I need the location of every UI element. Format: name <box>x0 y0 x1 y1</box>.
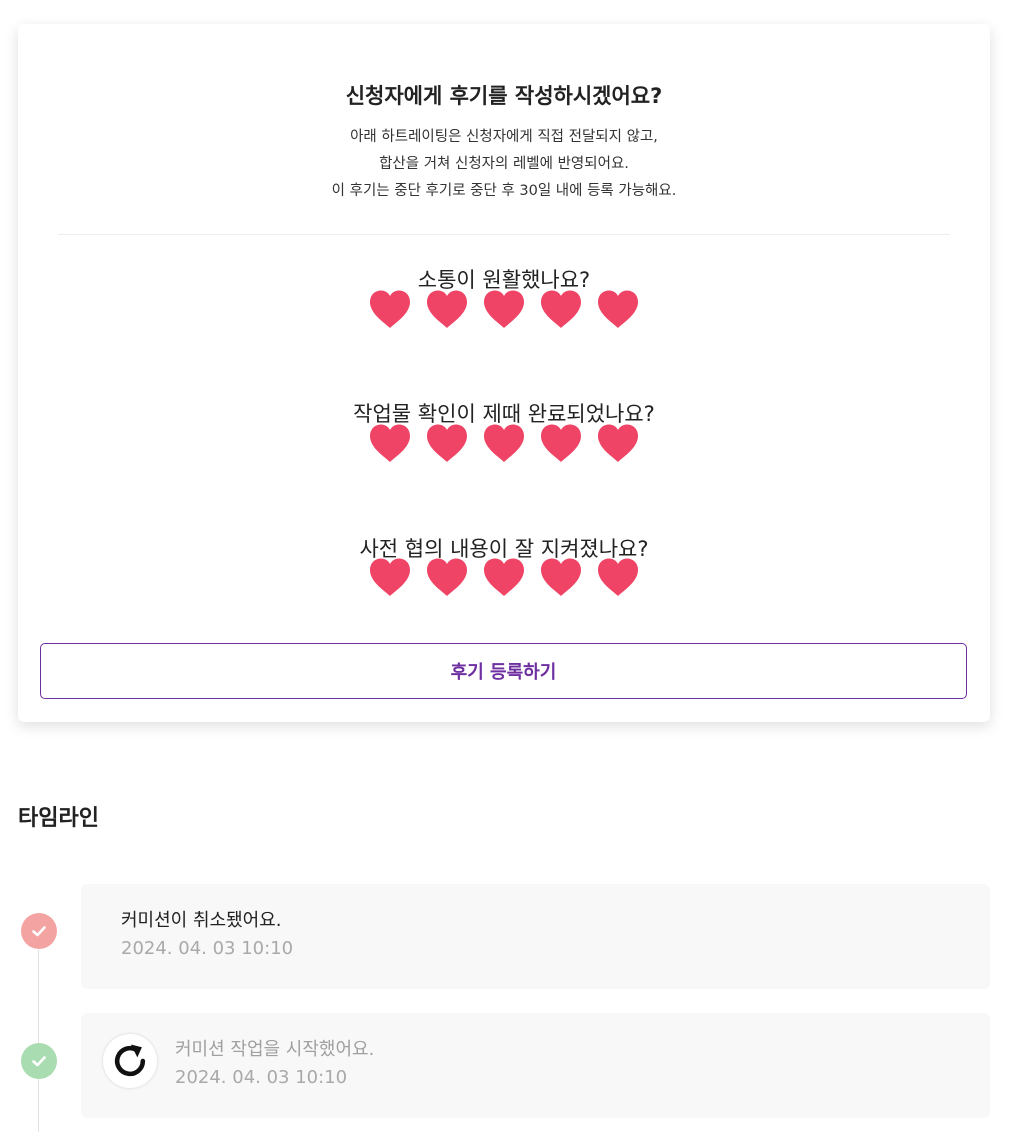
refresh-icon <box>103 1034 157 1088</box>
heart-icon[interactable] <box>424 556 470 598</box>
heart-rating-agreement-kept[interactable] <box>18 556 990 598</box>
heart-icon[interactable] <box>595 556 641 598</box>
timeline-title: 타임라인 <box>18 806 99 831</box>
check-icon <box>32 1056 46 1067</box>
review-description-line: 이 후기는 중단 후기로 중단 후 30일 내에 등록 가능해요. <box>331 183 677 199</box>
heart-icon[interactable] <box>538 422 584 464</box>
heart-icon[interactable] <box>538 288 584 330</box>
heart-icon[interactable] <box>595 288 641 330</box>
timeline-status-dot <box>21 1043 57 1079</box>
review-description-line: 아래 하트레이팅은 신청자에게 직접 전달되지 않고, <box>350 129 658 145</box>
heart-rating-communication[interactable] <box>18 288 990 330</box>
review-card: 신청자에게 후기를 작성하시겠어요? 아래 하트레이팅은 신청자에게 직접 전달… <box>18 24 990 722</box>
heart-icon[interactable] <box>367 556 413 598</box>
heart-icon[interactable] <box>595 422 641 464</box>
submit-review-button[interactable]: 후기 등록하기 <box>40 643 967 699</box>
review-description: 아래 하트레이팅은 신청자에게 직접 전달되지 않고, 합산을 거쳐 신청자의 … <box>18 124 990 205</box>
heart-icon[interactable] <box>424 422 470 464</box>
timeline-event-date: 2024. 04. 03 10:10 <box>175 1067 348 1088</box>
heart-icon[interactable] <box>481 422 527 464</box>
review-title: 신청자에게 후기를 작성하시겠어요? <box>345 84 663 108</box>
heart-icon[interactable] <box>538 556 584 598</box>
divider <box>58 234 950 235</box>
heart-icon[interactable] <box>367 422 413 464</box>
heart-icon[interactable] <box>367 288 413 330</box>
review-description-line: 합산을 거쳐 신청자의 레벨에 반영되어요. <box>379 156 629 172</box>
heart-icon[interactable] <box>424 288 470 330</box>
timeline-event-title: 커미션 작업을 시작했어요. <box>175 1039 375 1060</box>
timeline-line <box>38 950 39 1132</box>
heart-icon[interactable] <box>481 556 527 598</box>
check-icon <box>32 926 46 937</box>
timeline-status-dot <box>21 913 57 949</box>
heart-icon[interactable] <box>481 288 527 330</box>
timeline-event-title: 커미션이 취소됐어요. <box>121 910 282 931</box>
timeline-event: 커미션이 취소됐어요. 2024. 04. 03 10:10 <box>81 884 990 989</box>
timeline-event-date: 2024. 04. 03 10:10 <box>121 938 294 959</box>
heart-rating-review-timing[interactable] <box>18 422 990 464</box>
timeline-event: 커미션 작업을 시작했어요. 2024. 04. 03 10:10 <box>81 1013 990 1118</box>
